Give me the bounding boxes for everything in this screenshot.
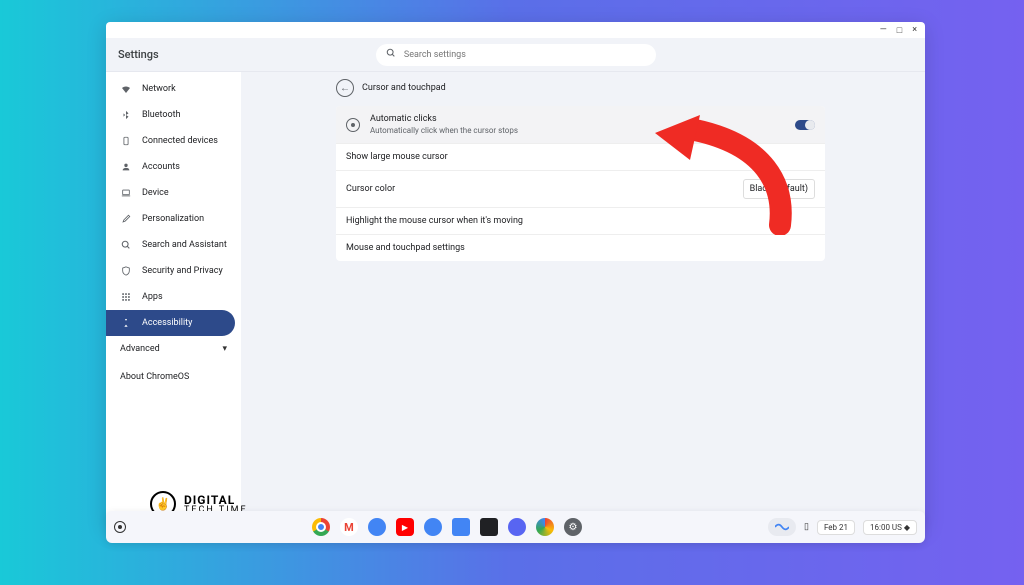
sidebar-item-network[interactable]: Network <box>106 76 241 102</box>
sidebar-item-label: Search and Assistant <box>142 240 227 250</box>
row-highlight-cursor[interactable]: Highlight the mouse cursor when it's mov… <box>336 208 825 235</box>
page-title: Cursor and touchpad <box>362 83 446 93</box>
shelf: M ▶ ⚙ ▯ Feb 21 16:00 US ◆ <box>106 511 925 543</box>
settings-window: — □ × Settings Network Bluetooth Connect… <box>106 22 925 528</box>
sidebar-item-label: Network <box>142 84 176 94</box>
sidebar-item-connected-devices[interactable]: Connected devices <box>106 128 241 154</box>
chrome-icon[interactable] <box>312 518 330 536</box>
sidebar-item-bluetooth[interactable]: Bluetooth <box>106 102 241 128</box>
time-chip[interactable]: 16:00 US ◆ <box>863 520 917 535</box>
apps-icon <box>120 291 132 303</box>
discord-icon[interactable] <box>508 518 526 536</box>
sidebar-item-label: Security and Privacy <box>142 266 223 276</box>
phone-icon: ▯ <box>804 522 809 532</box>
sidebar-item-label: Device <box>142 188 169 198</box>
app-title: Settings <box>118 48 159 61</box>
back-button[interactable]: ← <box>336 79 354 97</box>
terminal-icon[interactable] <box>480 518 498 536</box>
sidebar-item-label: Personalization <box>142 214 204 224</box>
youtube-icon[interactable]: ▶ <box>396 518 414 536</box>
files-icon[interactable] <box>424 518 442 536</box>
devices-icon <box>120 135 132 147</box>
sidebar-item-label: Bluetooth <box>142 110 181 120</box>
search-icon <box>120 239 132 251</box>
wifi-tray-icon: ◆ <box>904 523 910 532</box>
sidebar-item-device[interactable]: Device <box>106 180 241 206</box>
sidebar-item-apps[interactable]: Apps <box>106 284 241 310</box>
close-button[interactable]: × <box>912 25 917 35</box>
row-title: Mouse and touchpad settings <box>346 243 815 253</box>
account-icon <box>120 161 132 173</box>
row-large-cursor[interactable]: Show large mouse cursor <box>336 144 825 171</box>
sidebar-advanced[interactable]: Advanced ▾ <box>106 336 241 362</box>
tray-pill[interactable] <box>768 518 796 536</box>
launcher-button[interactable] <box>114 521 126 533</box>
chat-icon[interactable] <box>368 518 386 536</box>
sidebar-item-label: Connected devices <box>142 136 218 146</box>
maximize-button[interactable]: □ <box>897 25 902 36</box>
search-box[interactable] <box>376 44 656 66</box>
sidebar-item-label: Apps <box>142 292 163 302</box>
search-icon <box>386 48 396 61</box>
row-title: Automatic clicks <box>370 114 795 124</box>
sidebar-item-security-privacy[interactable]: Security and Privacy <box>106 258 241 284</box>
shield-icon <box>120 265 132 277</box>
cursor-color-select[interactable]: Black (default) <box>743 179 815 199</box>
date-chip[interactable]: Feb 21 <box>817 520 855 535</box>
bluetooth-icon <box>120 109 132 121</box>
gmail-icon[interactable]: M <box>340 518 358 536</box>
watermark-line1: DIGITAL <box>184 494 248 506</box>
sidebar-item-label: Accessibility <box>142 318 192 328</box>
sidebar-about-label: About ChromeOS <box>120 372 189 382</box>
target-icon <box>346 118 360 132</box>
settings-icon[interactable]: ⚙ <box>564 518 582 536</box>
row-subtitle: Automatically click when the cursor stop… <box>370 126 795 135</box>
row-title: Highlight the mouse cursor when it's mov… <box>346 216 815 226</box>
laptop-icon <box>120 187 132 199</box>
sidebar-item-personalization[interactable]: Personalization <box>106 206 241 232</box>
window-titlebar: — □ × <box>106 22 925 38</box>
brush-icon <box>120 213 132 225</box>
shelf-apps: M ▶ ⚙ <box>126 518 768 536</box>
sidebar-item-label: Accounts <box>142 162 180 172</box>
wifi-icon <box>120 83 132 95</box>
accessibility-icon <box>120 317 132 329</box>
row-title: Show large mouse cursor <box>346 152 815 162</box>
sidebar-about[interactable]: About ChromeOS <box>106 362 241 392</box>
sidebar-item-search-assistant[interactable]: Search and Assistant <box>106 232 241 258</box>
sidebar-advanced-label: Advanced <box>120 344 160 354</box>
automatic-clicks-toggle[interactable] <box>795 120 815 130</box>
header: Settings <box>106 38 925 72</box>
settings-panel: Automatic clicks Automatically click whe… <box>336 106 825 261</box>
row-automatic-clicks[interactable]: Automatic clicks Automatically click whe… <box>336 106 825 144</box>
sidebar-item-accessibility[interactable]: Accessibility <box>106 310 235 336</box>
search-input[interactable] <box>404 50 646 60</box>
row-mouse-touchpad-settings[interactable]: Mouse and touchpad settings <box>336 235 825 261</box>
sidebar: Network Bluetooth Connected devices Acco… <box>106 72 241 528</box>
docs-icon[interactable] <box>452 518 470 536</box>
minimize-button[interactable]: — <box>880 25 887 35</box>
body: Network Bluetooth Connected devices Acco… <box>106 72 925 528</box>
sidebar-item-accounts[interactable]: Accounts <box>106 154 241 180</box>
chevron-down-icon: ▾ <box>222 344 227 354</box>
system-tray[interactable]: ▯ Feb 21 16:00 US ◆ <box>768 518 917 536</box>
main-content: ← Cursor and touchpad Automatic clicks A… <box>241 72 925 528</box>
row-cursor-color[interactable]: Cursor color Black (default) <box>336 171 825 208</box>
row-title: Cursor color <box>346 184 743 194</box>
photos-icon[interactable] <box>536 518 554 536</box>
